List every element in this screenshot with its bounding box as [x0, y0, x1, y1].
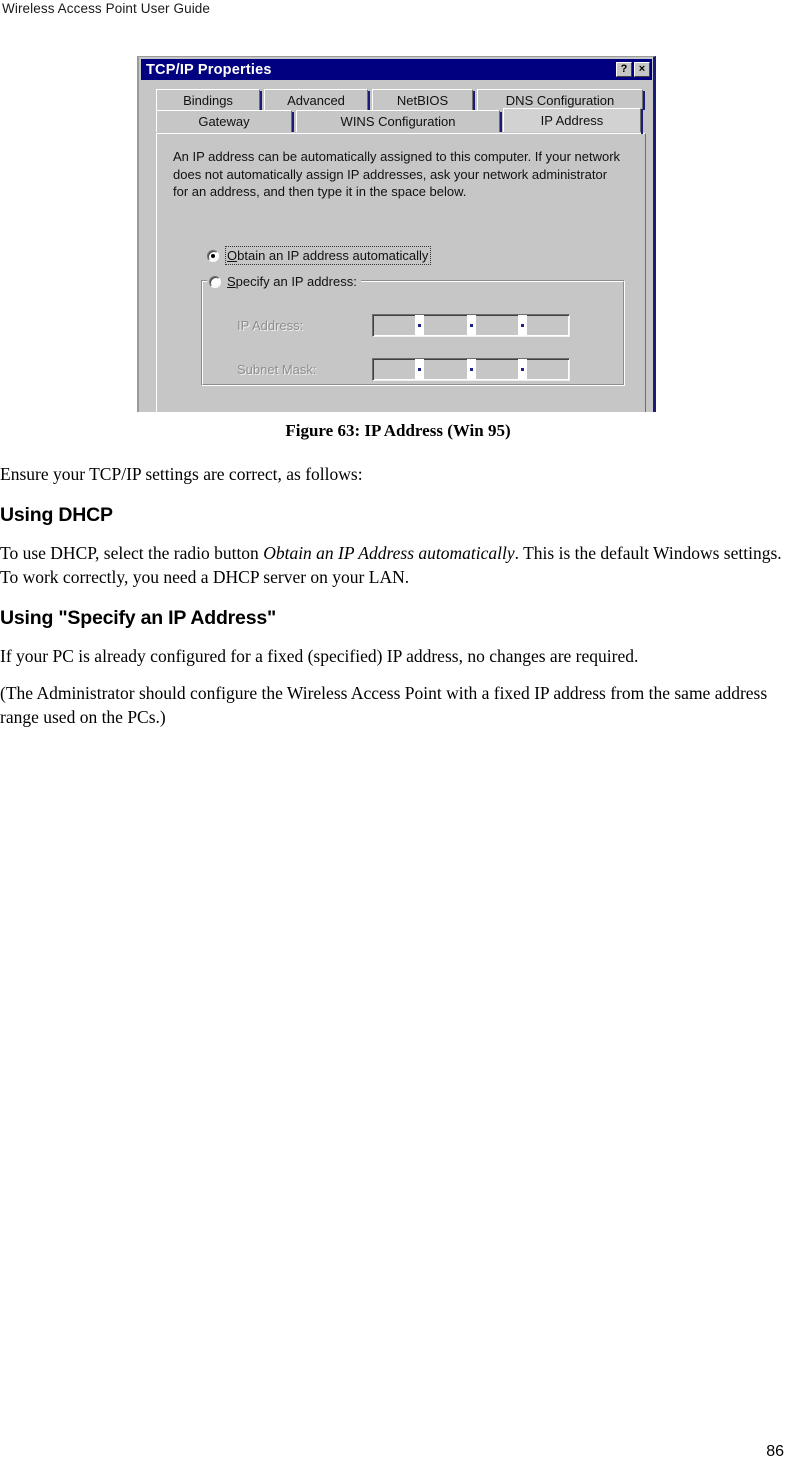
tab-strip: Bindings Advanced NetBIOS DNS Configurat… — [156, 88, 650, 134]
tab-gateway[interactable]: Gateway — [156, 110, 294, 132]
ip-address-field-row: IP Address: — [237, 314, 570, 337]
tab-netbios-label: NetBIOS — [396, 92, 449, 108]
ip-address-octet-4[interactable] — [527, 315, 569, 336]
page-number: 86 — [766, 1443, 784, 1460]
dhcp-paragraph-emphasis: Obtain an IP Address automatically — [263, 543, 515, 563]
tab-bindings-label: Bindings — [183, 92, 233, 108]
tab-bindings[interactable]: Bindings — [156, 89, 262, 110]
ip-dot-separator — [517, 359, 527, 380]
subnet-mask-octet-4[interactable] — [527, 359, 569, 380]
radio-obtain-automatically[interactable]: Obtain an IP address automatically — [207, 246, 432, 265]
tab-wins-configuration[interactable]: WINS Configuration — [296, 110, 502, 132]
tab-wins-configuration-label: WINS Configuration — [340, 114, 456, 129]
tab-advanced[interactable]: Advanced — [264, 89, 370, 110]
intro-paragraph: Ensure your TCP/IP settings are correct,… — [0, 464, 363, 484]
subnet-mask-octet-3[interactable] — [476, 359, 518, 380]
dhcp-paragraph-pre: To use DHCP, select the radio button — [0, 543, 264, 563]
subnet-mask-label: Subnet Mask: — [237, 362, 317, 377]
ip-address-octet-3[interactable] — [476, 315, 518, 336]
figure-caption: Figure 63: IP Address (Win 95) — [285, 421, 511, 440]
ip-address-label: IP Address: — [237, 318, 304, 333]
close-icon[interactable]: × — [634, 62, 650, 77]
tab-ip-address-label: IP Address — [540, 113, 604, 128]
tcpip-properties-dialog: TCP/IP Properties ? × Bindings Advanced … — [137, 56, 656, 412]
radio-button-icon-obtain[interactable] — [207, 249, 219, 262]
radio-specify-ip-address-label: Specify an IP address: — [227, 274, 357, 289]
dialog-title: TCP/IP Properties — [146, 61, 272, 78]
ip-dot-separator — [517, 315, 527, 336]
document-body: Ensure your TCP/IP settings are correct,… — [0, 462, 786, 747]
radio-specify-ip-address[interactable]: Specify an IP address: — [207, 274, 361, 289]
radio-button-icon-specify[interactable] — [209, 275, 221, 288]
tab-gateway-label: Gateway — [198, 114, 250, 129]
figure-ip-address-win95: TCP/IP Properties ? × Bindings Advanced … — [137, 56, 656, 412]
ip-dot-separator — [415, 359, 425, 380]
tab-page-ip-address: An IP address can be automatically assig… — [156, 133, 646, 412]
ip-address-input[interactable] — [372, 314, 570, 337]
dialog-titlebar: TCP/IP Properties ? × — [141, 59, 652, 80]
specify-paragraph-1: If your PC is already configured for a f… — [0, 646, 639, 666]
ip-address-octet-2[interactable] — [424, 315, 466, 336]
tab-row-1: Bindings Advanced NetBIOS DNS Configurat… — [156, 88, 650, 110]
ip-dot-separator — [466, 359, 476, 380]
titlebar-buttons: ? × — [616, 62, 650, 77]
ip-dot-separator — [466, 315, 476, 336]
subnet-mask-input[interactable] — [372, 358, 570, 381]
tab-netbios[interactable]: NetBIOS — [372, 89, 475, 110]
heading-using-specify-ip-address: Using "Specify an IP Address" — [0, 607, 277, 629]
radio-obtain-automatically-label: Obtain an IP address automatically — [225, 246, 432, 265]
tab-advanced-label: Advanced — [287, 92, 345, 108]
dhcp-paragraph: To use DHCP, select the radio button Obt… — [0, 541, 786, 589]
tab-dns-configuration[interactable]: DNS Configuration — [477, 89, 645, 110]
ip-address-octet-1[interactable] — [373, 315, 415, 336]
tab-ip-address[interactable]: IP Address — [503, 108, 643, 134]
subnet-mask-field-row: Subnet Mask: — [237, 358, 570, 381]
ip-address-description: An IP address can be automatically assig… — [173, 149, 621, 199]
subnet-mask-octet-1[interactable] — [373, 359, 415, 380]
heading-using-dhcp: Using DHCP — [0, 504, 113, 526]
ip-dot-separator — [415, 315, 425, 336]
running-header: Wireless Access Point User Guide — [2, 1, 211, 16]
subnet-mask-octet-2[interactable] — [424, 359, 466, 380]
specify-paragraph-2: (The Administrator should configure the … — [0, 683, 768, 727]
tab-row-2: Gateway WINS Configuration IP Address — [156, 108, 650, 134]
help-icon[interactable]: ? — [616, 62, 632, 77]
tab-dns-configuration-label: DNS Configuration — [505, 92, 615, 108]
